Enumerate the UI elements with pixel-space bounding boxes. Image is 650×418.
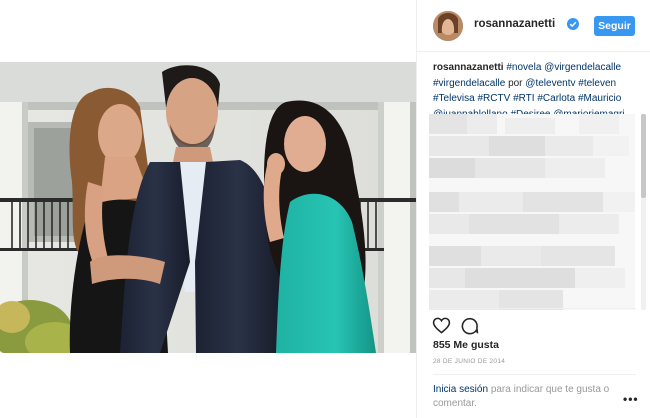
caption-tag[interactable]: #televen xyxy=(578,78,616,89)
avatar[interactable] xyxy=(433,11,463,41)
caption-tag[interactable]: #novela xyxy=(506,62,541,73)
likes-count[interactable]: 855 Me gusta xyxy=(433,339,499,351)
post-side-panel: rosannazanetti Seguir rosannazanetti #no… xyxy=(416,0,650,418)
post-photo-image xyxy=(0,62,416,353)
login-link[interactable]: Inicia sesión xyxy=(433,384,488,395)
comment-icon[interactable] xyxy=(460,316,479,335)
caption-tag[interactable]: #virgendelacalle xyxy=(433,78,505,89)
caption-tag[interactable]: @virgendelacalle xyxy=(544,62,621,73)
caption-text: por xyxy=(508,77,523,89)
comments-scrollbar-thumb[interactable] xyxy=(641,114,646,198)
caption-tag[interactable]: #Carlota xyxy=(537,93,575,104)
comment-prompt: Inicia sesión para indicar que te gusta … xyxy=(433,383,618,411)
divider xyxy=(433,374,636,375)
more-options-icon[interactable]: ••• xyxy=(623,392,639,406)
caption-tag[interactable]: #RTI xyxy=(513,93,535,104)
post-header: rosannazanetti Seguir xyxy=(417,0,650,52)
divider xyxy=(433,308,636,309)
caption-tag[interactable]: #RCTV xyxy=(477,93,510,104)
post-date[interactable]: 28 DE JUNIO DE 2014 xyxy=(433,358,505,365)
instagram-post: rosannazanetti Seguir rosannazanetti #no… xyxy=(0,0,650,418)
caption-owner[interactable]: rosannazanetti xyxy=(433,62,504,73)
pixelated-comments xyxy=(429,114,635,310)
header-username[interactable]: rosannazanetti xyxy=(474,18,555,30)
caption-tag[interactable]: #Televisa xyxy=(433,93,475,104)
verified-badge-icon xyxy=(567,18,579,30)
heart-icon[interactable] xyxy=(432,316,451,335)
caption-tag[interactable]: @televentv xyxy=(525,78,575,89)
post-photo[interactable] xyxy=(0,62,416,353)
caption-tag[interactable]: #Mauricio xyxy=(578,93,621,104)
follow-button[interactable]: Seguir xyxy=(594,16,635,36)
